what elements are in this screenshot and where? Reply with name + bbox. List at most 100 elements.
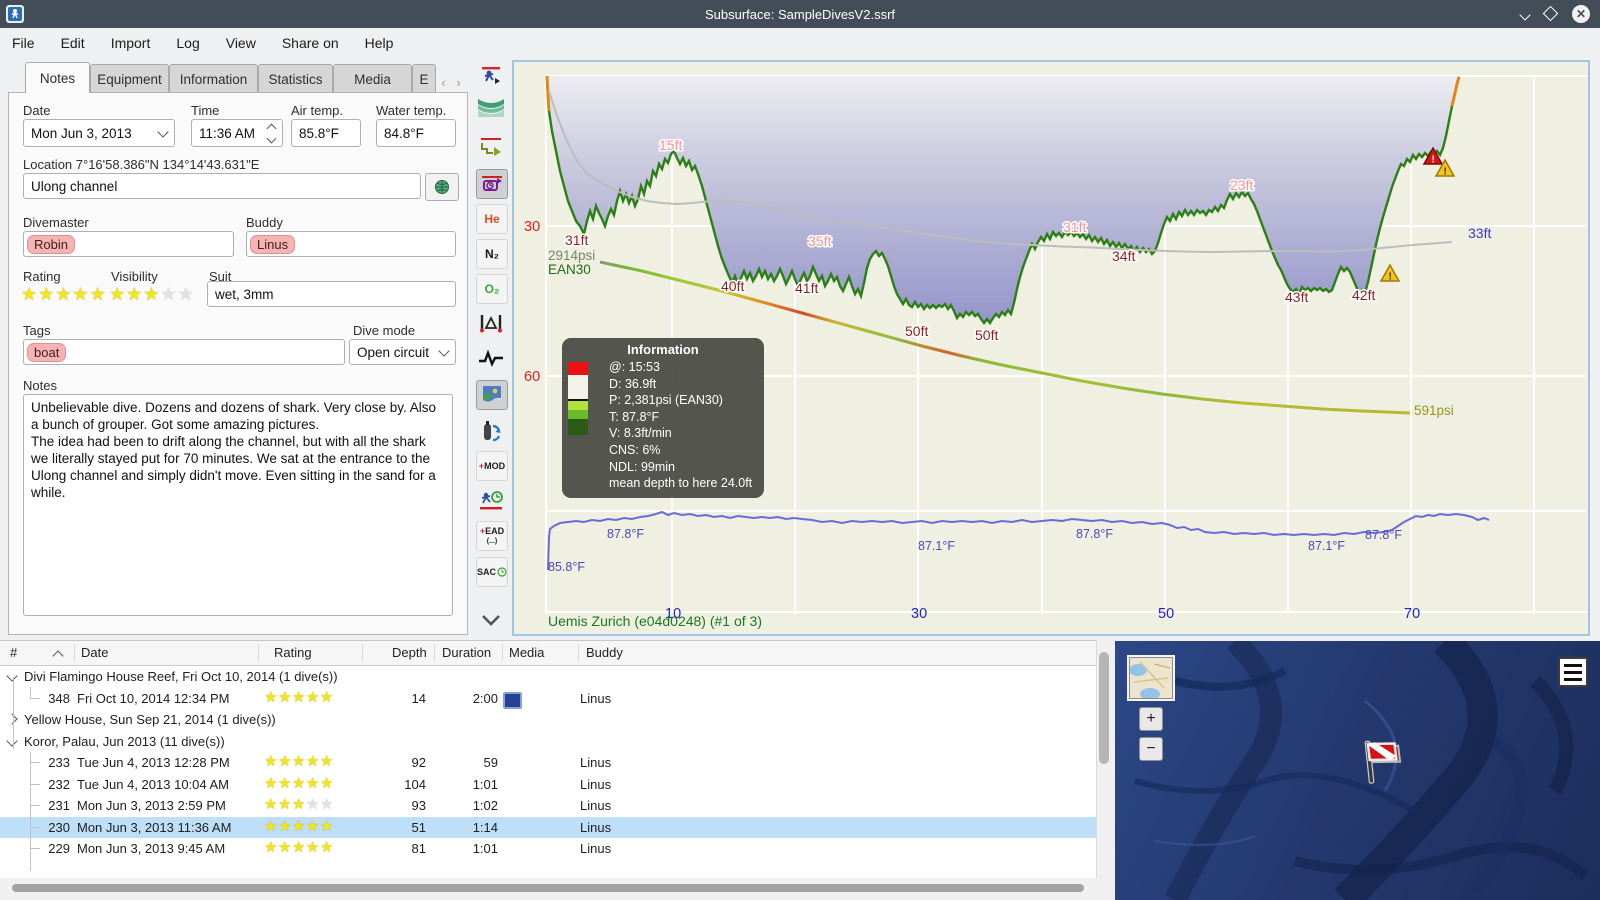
depth-marker-label: 50ft xyxy=(905,323,928,339)
sort-ascending-icon xyxy=(52,650,64,662)
collapse-icon[interactable] xyxy=(6,734,18,747)
tab-e[interactable]: E xyxy=(412,64,436,93)
water-temp-field[interactable] xyxy=(376,119,456,147)
divemaster-chip[interactable]: Robin xyxy=(27,234,75,254)
ceiling-steps-icon[interactable] xyxy=(476,133,506,161)
buddy-chip[interactable]: Linus xyxy=(250,234,296,254)
tab-statistics[interactable]: Statistics xyxy=(258,64,333,93)
nitrogen-toggle[interactable]: N₂ xyxy=(476,239,508,269)
dive-row[interactable]: 229 Mon Jun 3, 2013 9:45 AM ★★★★★ 81 1:01 Lin… xyxy=(0,838,1096,860)
time-stepper[interactable]: 11:36 AM xyxy=(191,119,283,147)
ead-toggle[interactable]: +EAD (...) xyxy=(476,521,508,551)
map-menu-button[interactable] xyxy=(1558,657,1588,687)
star-filled-icon: ★ xyxy=(319,839,334,856)
temperature-label: 85.8°F xyxy=(548,560,585,574)
calculated-ceiling-icon[interactable] xyxy=(476,92,506,120)
tab-notes[interactable]: Notes xyxy=(25,62,90,93)
tab-media[interactable]: Media xyxy=(333,64,412,93)
svg-text:!: ! xyxy=(1389,272,1392,283)
date-select[interactable]: Mon Jun 3, 2013 xyxy=(23,119,175,147)
close-button[interactable]: ✕ xyxy=(1572,5,1590,23)
column-header-date[interactable]: Date xyxy=(81,645,108,660)
trip-row[interactable]: Koror, Palau, Jun 2013 (11 dive(s)) xyxy=(0,731,1096,753)
suit-field[interactable] xyxy=(207,281,456,307)
column-header-num[interactable]: # xyxy=(10,645,17,660)
collapse-icon[interactable] xyxy=(6,670,18,682)
menu-log[interactable]: Log xyxy=(176,35,199,51)
star-filled-icon: ★ xyxy=(319,774,334,792)
map-overview-thumbnail[interactable] xyxy=(1127,655,1175,701)
helium-toggle[interactable]: He xyxy=(476,204,508,234)
map-zoom-out-button[interactable]: − xyxy=(1139,737,1163,761)
horizontal-scrollbar[interactable] xyxy=(12,884,1084,892)
tab-scroll-right-button[interactable]: › xyxy=(451,71,466,93)
rating-stars[interactable]: ★★★★★ xyxy=(21,285,107,305)
maximize-button[interactable] xyxy=(1542,5,1559,21)
dive-date: Mon Jun 3, 2013 11:36 AM xyxy=(77,819,232,835)
dc-ceiling-icon[interactable] xyxy=(476,62,506,90)
tab-information[interactable]: Information xyxy=(169,64,258,93)
dive-computer-data-icon[interactable] xyxy=(476,169,508,199)
tank-bar-icon[interactable] xyxy=(476,416,506,444)
tooltip-color-swatch xyxy=(568,362,588,435)
menu-share-on[interactable]: Share on xyxy=(282,35,339,51)
spinner-arrows-icon[interactable] xyxy=(266,123,277,143)
information-title: Information xyxy=(627,342,699,357)
expand-icon[interactable] xyxy=(6,713,18,725)
photos-toggle[interactable] xyxy=(476,380,508,410)
media-thumbnail-icon[interactable] xyxy=(503,691,522,709)
trip-row[interactable]: Divi Flamingo House Reef, Fri Oct 10, 20… xyxy=(0,666,1096,688)
column-header-rating[interactable]: Rating xyxy=(274,645,312,660)
mod-toggle-label: +MOD xyxy=(478,460,506,471)
tags-field[interactable]: boat xyxy=(23,339,345,365)
globe-button[interactable] xyxy=(425,173,459,201)
ndl-icon[interactable] xyxy=(476,486,506,514)
column-header-depth[interactable]: Depth xyxy=(392,645,427,660)
dive-row[interactable]: 233 Tue Jun 4, 2013 12:28 PM ★★★★★ 92 59 Linu… xyxy=(0,752,1096,774)
column-header-media[interactable]: Media xyxy=(509,645,544,660)
dive-row[interactable]: 348 Fri Oct 10, 2014 12:34 PM ★★★★★ 14 2:00 L… xyxy=(0,688,1096,710)
trip-row[interactable]: Yellow House, Sun Sep 21, 2014 (1 dive(s… xyxy=(0,709,1096,731)
location-field[interactable] xyxy=(23,173,421,199)
vertical-scrollbar[interactable] xyxy=(1099,652,1109,764)
profile-toolbar: He N₂ O₂ +MOD +EAD (...) SAC xyxy=(474,60,508,636)
menu-help[interactable]: Help xyxy=(365,35,394,51)
star-filled-icon: ★ xyxy=(109,284,127,304)
svg-text:!: ! xyxy=(1432,155,1435,166)
scroll-down-icon[interactable] xyxy=(476,606,506,634)
photos-icon xyxy=(483,386,501,404)
visibility-stars[interactable]: ★★★★★ xyxy=(109,285,195,305)
depth-axis-tick: 60 xyxy=(524,369,540,385)
menu-view[interactable]: View xyxy=(226,35,256,51)
heart-rate-icon[interactable] xyxy=(476,344,506,372)
warning-triangle-icon[interactable]: ! xyxy=(1379,263,1401,283)
star-filled-icon: ★ xyxy=(277,839,292,856)
column-header-buddy[interactable]: Buddy xyxy=(586,645,623,660)
divemaster-field[interactable]: Robin xyxy=(23,231,234,257)
star-filled-icon: ★ xyxy=(277,817,292,835)
column-header-duration[interactable]: Duration xyxy=(442,645,491,660)
oxygen-toggle[interactable]: O₂ xyxy=(476,274,508,304)
tag-chip[interactable]: boat xyxy=(27,342,67,362)
notes-textarea[interactable]: Unbelievable dive. Dozens and dozens of … xyxy=(23,394,453,616)
menu-edit[interactable]: Edit xyxy=(61,35,85,51)
time-axis-tick: 50 xyxy=(1158,606,1174,622)
air-temp-field[interactable] xyxy=(291,119,361,147)
dive-site-flag-marker[interactable] xyxy=(1343,727,1413,793)
ruler-icon[interactable] xyxy=(476,309,506,337)
menu-import[interactable]: Import xyxy=(111,35,151,51)
dive-row[interactable]: 232 Tue Jun 4, 2013 10:04 AM ★★★★★ 104 1:01 L… xyxy=(0,774,1096,796)
minimize-button[interactable] xyxy=(1519,8,1531,21)
menu-file[interactable]: File xyxy=(12,35,35,51)
map-zoom-in-button[interactable]: + xyxy=(1139,707,1163,731)
dive-mode-select[interactable]: Open circuit xyxy=(349,339,456,365)
dive-row[interactable]: 231 Mon Jun 3, 2013 2:59 PM ★★★★★ 93 1:02 Lin… xyxy=(0,795,1096,817)
tab-equipment[interactable]: Equipment xyxy=(90,64,169,93)
buddy-field[interactable]: Linus xyxy=(246,231,456,257)
star-empty-icon: ★ xyxy=(177,284,195,304)
dive-row[interactable]: 230 Mon Jun 3, 2013 11:36 AM ★★★★★ 51 1:14 Li… xyxy=(0,816,1096,838)
tab-scroll-left-button[interactable]: ‹ xyxy=(436,71,451,93)
sac-toggle[interactable]: SAC xyxy=(476,557,508,587)
mod-toggle[interactable]: +MOD xyxy=(476,451,508,481)
map-panel[interactable]: + − xyxy=(1115,641,1600,900)
